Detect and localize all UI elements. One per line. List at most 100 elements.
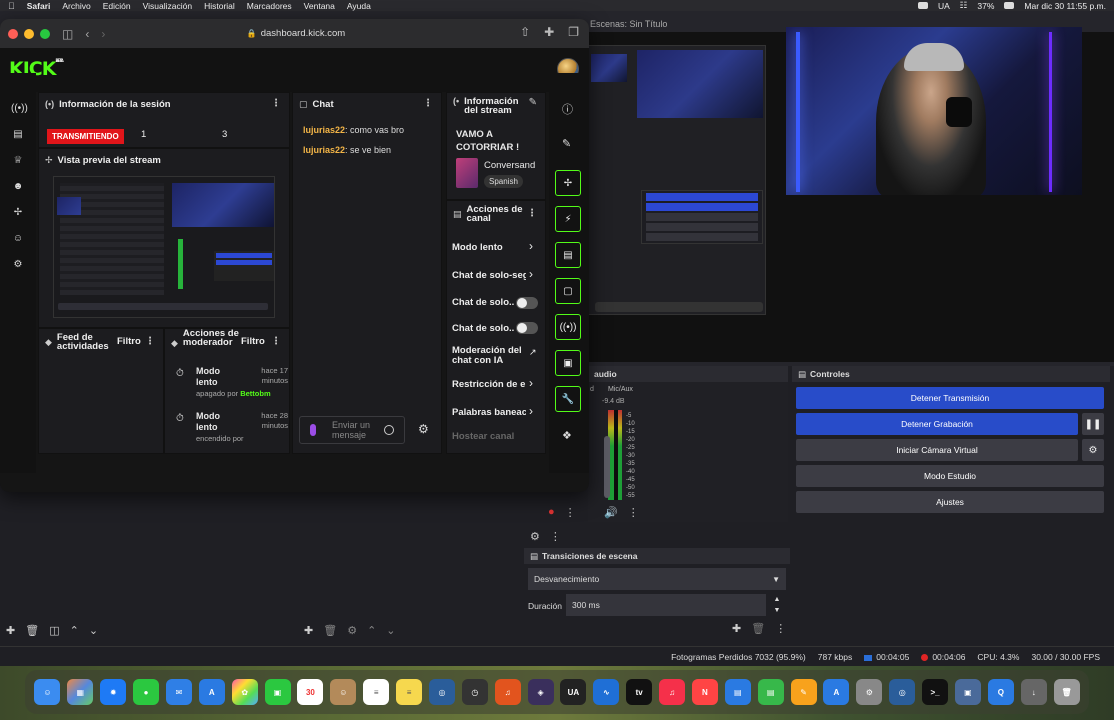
launchpad-icon[interactable]: ▦ — [67, 679, 94, 705]
menu-edicion[interactable]: Edición — [103, 1, 131, 11]
add-scene-icon[interactable]: ✚ — [6, 624, 15, 637]
speaker-icon[interactable]: 🔊 — [604, 506, 618, 519]
freeform-icon[interactable]: ∿ — [593, 679, 620, 705]
broadcast-icon[interactable]: ((•)) — [11, 103, 28, 117]
more-icon[interactable]: ⋮ — [628, 506, 639, 519]
safari-icon[interactable]: ✹ — [100, 679, 127, 705]
minimize-icon[interactable] — [24, 28, 34, 39]
gear-icon[interactable]: ⚙ — [347, 624, 357, 637]
ai-moderation-row[interactable]: Moderación del chat con IA — [452, 346, 526, 366]
address-bar[interactable]: 🔒 dashboard.kick.com — [176, 24, 416, 43]
calendar-icon[interactable]: 30 — [297, 679, 324, 705]
preview-icon[interactable]: ▣ — [954, 679, 981, 705]
broadcast-icon[interactable]: ((•)) — [555, 314, 581, 340]
video-icon[interactable]: ▣ — [555, 350, 581, 376]
close-icon[interactable] — [8, 28, 18, 39]
garageband-icon[interactable]: ♫ — [494, 679, 521, 705]
trash-icon[interactable]: 🗑 — [1053, 679, 1080, 705]
filter-icon[interactable]: ◫ — [49, 624, 59, 637]
appstore-icon[interactable]: A — [198, 679, 225, 705]
music-icon[interactable]: ♫ — [659, 679, 686, 705]
mixer-more-icon[interactable]: ⋮ — [550, 530, 561, 543]
emote-only-toggle[interactable] — [516, 322, 538, 334]
host-channel-row[interactable]: Hostear canal — [452, 431, 526, 442]
news-icon[interactable]: N — [691, 679, 718, 705]
microphone-icon[interactable] — [310, 424, 316, 436]
move-up-icon[interactable]: ⌃ — [70, 624, 79, 637]
slow-mode-row[interactable]: Modo lento — [452, 242, 526, 253]
lightning-icon[interactable]: ⚡ — [555, 206, 581, 232]
notes-icon[interactable]: ▤ — [555, 242, 581, 268]
terminal-icon[interactable]: >_ — [922, 679, 949, 705]
tools-icon[interactable]: 🔧 — [555, 386, 581, 412]
trash-icon[interactable]: 🗑 — [751, 622, 765, 635]
obs-icon-2[interactable]: ◎ — [889, 679, 916, 705]
finder-icon[interactable]: ☺ — [34, 679, 61, 705]
menu-historial[interactable]: Historial — [204, 1, 235, 11]
mute-icon-red[interactable]: ● — [548, 506, 555, 519]
apple-icon[interactable]:  — [8, 1, 15, 11]
pages-icon[interactable]: ✎ — [790, 679, 817, 705]
share-icon[interactable]: ⇧ — [520, 25, 530, 39]
ua-icon[interactable]: UA — [560, 679, 587, 705]
appstore-icon-2[interactable]: A — [823, 679, 850, 705]
battery-icon[interactable] — [1004, 2, 1015, 9]
chat-settings-icon[interactable]: ⚙ — [418, 422, 429, 436]
analytics-icon[interactable]: ▤ — [11, 129, 25, 143]
activity-filter[interactable]: Filtro — [117, 337, 141, 347]
sidebar-icon[interactable]: ◫ — [62, 27, 73, 41]
move-down-icon[interactable]: ⌄ — [89, 624, 98, 637]
mixer-settings-icon[interactable]: ⚙ — [530, 530, 540, 543]
menu-marcadores[interactable]: Marcadores — [247, 1, 292, 11]
stop-stream-button[interactable]: Detener Transmisión — [796, 387, 1104, 409]
pause-icon[interactable]: ❚❚ — [1082, 413, 1104, 435]
settings-button[interactable]: Ajustes — [796, 491, 1104, 513]
menu-ayuda[interactable]: Ayuda — [347, 1, 371, 11]
menu-app-name[interactable]: Safari — [27, 1, 51, 11]
chat-username[interactable]: lujurias22 — [303, 125, 345, 135]
trash-icon[interactable]: 🗑 — [323, 624, 337, 637]
wifi-icon[interactable]: ☷ — [960, 0, 968, 11]
moderation-icon[interactable]: ✢ — [555, 170, 581, 196]
davinci-icon[interactable]: ◈ — [527, 679, 554, 705]
menu-visualizacion[interactable]: Visualización — [143, 1, 192, 11]
battery-percent[interactable]: 37% — [977, 1, 994, 11]
chat-input[interactable]: Enviar un mensaje — [299, 416, 405, 444]
edit-icon[interactable]: ✎ — [562, 137, 571, 150]
facetime-icon[interactable]: ▣ — [264, 679, 291, 705]
duration-spinner[interactable]: ▲ ▼ — [770, 594, 784, 616]
menubar-clock[interactable]: Mar dic 30 11:55 p.m. — [1024, 1, 1106, 11]
mod-filter[interactable]: Filtro — [241, 337, 265, 347]
more-icon[interactable]: ⋮ — [527, 209, 537, 219]
downloads-icon[interactable]: ↓ — [1020, 679, 1047, 705]
tabs-overview-icon[interactable]: ❐ — [568, 25, 579, 39]
banned-words-row[interactable]: Palabras baneac — [452, 407, 526, 418]
system-settings-icon[interactable]: ⚙ — [856, 679, 883, 705]
forward-icon[interactable]: › — [101, 27, 105, 41]
emoji-icon[interactable] — [384, 425, 394, 435]
keynote-icon[interactable]: ▤ — [724, 679, 751, 705]
chat-icon[interactable]: ▢ — [555, 278, 581, 304]
virtual-camera-settings-icon[interactable]: ⚙ — [1082, 439, 1104, 461]
messages-icon[interactable]: ● — [133, 679, 160, 705]
reminders-icon[interactable]: ≡ — [363, 679, 390, 705]
new-tab-icon[interactable]: ✚ — [544, 25, 554, 39]
quicktime-icon[interactable]: Q — [987, 679, 1014, 705]
more-icon[interactable]: ⋮ — [775, 622, 786, 635]
category-thumbnail[interactable] — [456, 158, 478, 188]
move-down-icon[interactable]: ⌄ — [386, 624, 395, 637]
apps-icon[interactable]: ❖ — [562, 429, 572, 442]
chat-username[interactable]: lujurias22 — [303, 145, 345, 155]
obs-icon[interactable]: ◎ — [428, 679, 455, 705]
info-icon[interactable]: ⓘ — [562, 101, 573, 117]
studio-mode-button[interactable]: Modo Estudio — [796, 465, 1104, 487]
followers-only-toggle[interactable] — [516, 297, 538, 309]
more-icon[interactable]: ⋮ — [271, 337, 281, 347]
moderation-icon[interactable]: ✢ — [11, 207, 25, 221]
contacts-icon[interactable]: ☺ — [330, 679, 357, 705]
menu-ventana[interactable]: Ventana — [304, 1, 335, 11]
volume-slider[interactable] — [604, 436, 610, 498]
photos-icon[interactable]: ✿ — [231, 679, 258, 705]
trash-icon[interactable]: 🗑 — [25, 624, 39, 637]
numbers-icon[interactable]: ▤ — [757, 679, 784, 705]
